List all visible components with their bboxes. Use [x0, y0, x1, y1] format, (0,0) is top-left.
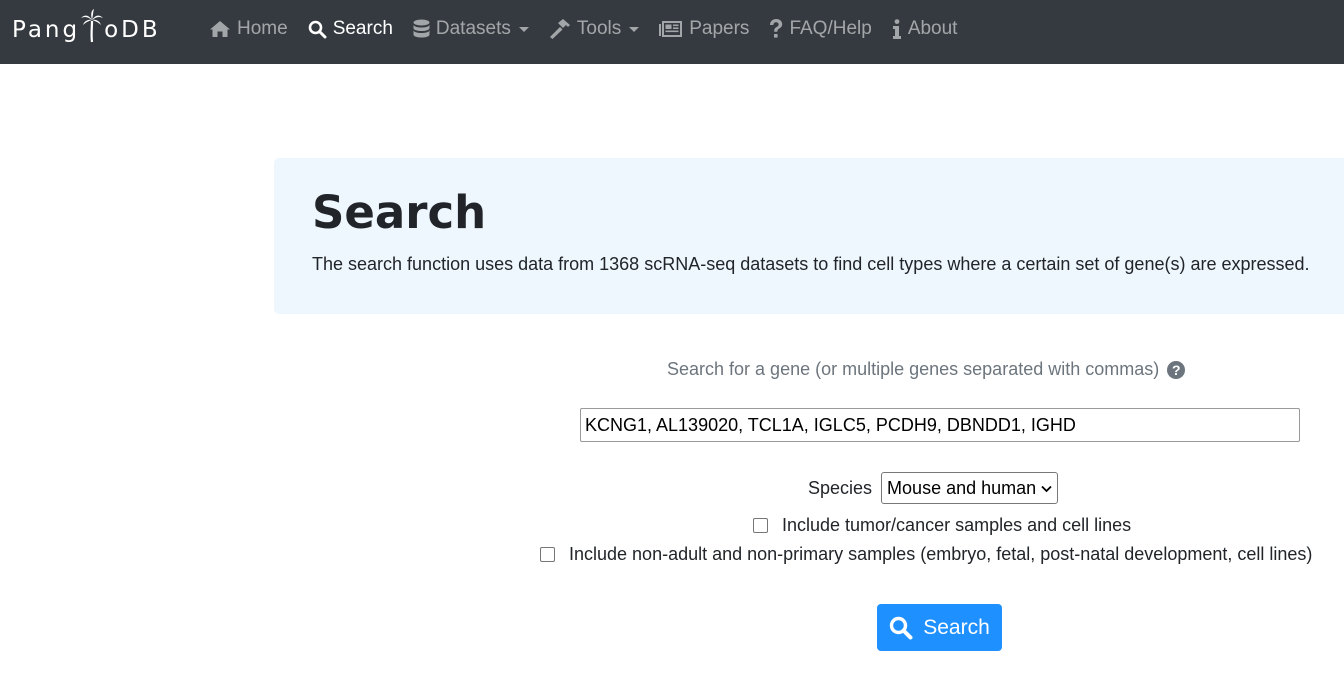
nav-faq[interactable]: FAQ/Help [769, 18, 872, 40]
help-icon[interactable]: ? [1167, 360, 1186, 379]
nav-search[interactable]: Search [308, 18, 393, 40]
nonadult-checkbox-label[interactable]: Include non-adult and non-primary sample… [569, 544, 1312, 565]
search-icon [890, 616, 913, 639]
brand-logo[interactable]: Pang oDB [12, 9, 161, 50]
nav-papers[interactable]: Papers [659, 18, 749, 40]
nav-about[interactable]: About [892, 18, 958, 40]
nav-datasets[interactable]: Datasets [413, 18, 529, 40]
query-label: Search for a gene (or multiple genes sep… [667, 359, 1186, 380]
page-header: Search The search function uses data fro… [274, 158, 1344, 314]
chevron-down-icon [1041, 485, 1052, 492]
nav-search-label: Search [332, 18, 393, 39]
navbar: Pang oDB Home Search Datasets Tools Pape… [0, 0, 1344, 64]
nav-about-label: About [907, 18, 958, 39]
nav-home[interactable]: Home [209, 18, 288, 40]
tumor-checkbox[interactable] [753, 518, 768, 533]
nonadult-checkbox[interactable] [540, 547, 555, 562]
chevron-down-icon [518, 26, 529, 32]
nonadult-checkbox-row: Include non-adult and non-primary sample… [540, 544, 1312, 565]
brand-text-right: oDB [104, 17, 161, 43]
species-label: Species [808, 477, 873, 498]
info-icon [892, 19, 901, 39]
hammer-icon [549, 19, 570, 39]
query-label-text: Search for a gene (or multiple genes sep… [667, 359, 1160, 379]
nav-home-label: Home [237, 18, 288, 39]
page-description: The search function uses data from 1368 … [312, 254, 1310, 274]
tumor-checkbox-row: Include tumor/cancer samples and cell li… [753, 515, 1131, 536]
search-icon [308, 20, 327, 38]
question-icon [770, 19, 783, 38]
search-button-label: Search [923, 615, 990, 639]
chevron-down-icon [629, 26, 640, 32]
species-selected-value: Mouse and human [887, 477, 1037, 498]
nav-menu: Home Search Datasets Tools Papers FAQ/He… [209, 0, 977, 58]
nav-tools-label: Tools [576, 18, 622, 39]
nav-papers-label: Papers [689, 18, 750, 39]
nav-datasets-label: Datasets [435, 18, 511, 39]
gene-search-input[interactable] [580, 408, 1300, 442]
database-icon [413, 19, 430, 38]
nav-faq-label: FAQ/Help [789, 18, 872, 39]
species-select[interactable]: Mouse and human [881, 472, 1059, 504]
palm-tree-icon [81, 9, 104, 43]
home-icon [210, 21, 230, 37]
species-row: Species Mouse and human [808, 472, 1059, 504]
page-title: Search [312, 186, 487, 239]
brand-text-left: Pang [12, 17, 81, 43]
search-button[interactable]: Search [877, 604, 1002, 651]
nav-tools[interactable]: Tools [549, 18, 640, 40]
newspaper-icon [659, 21, 683, 37]
tumor-checkbox-label[interactable]: Include tumor/cancer samples and cell li… [782, 515, 1131, 536]
